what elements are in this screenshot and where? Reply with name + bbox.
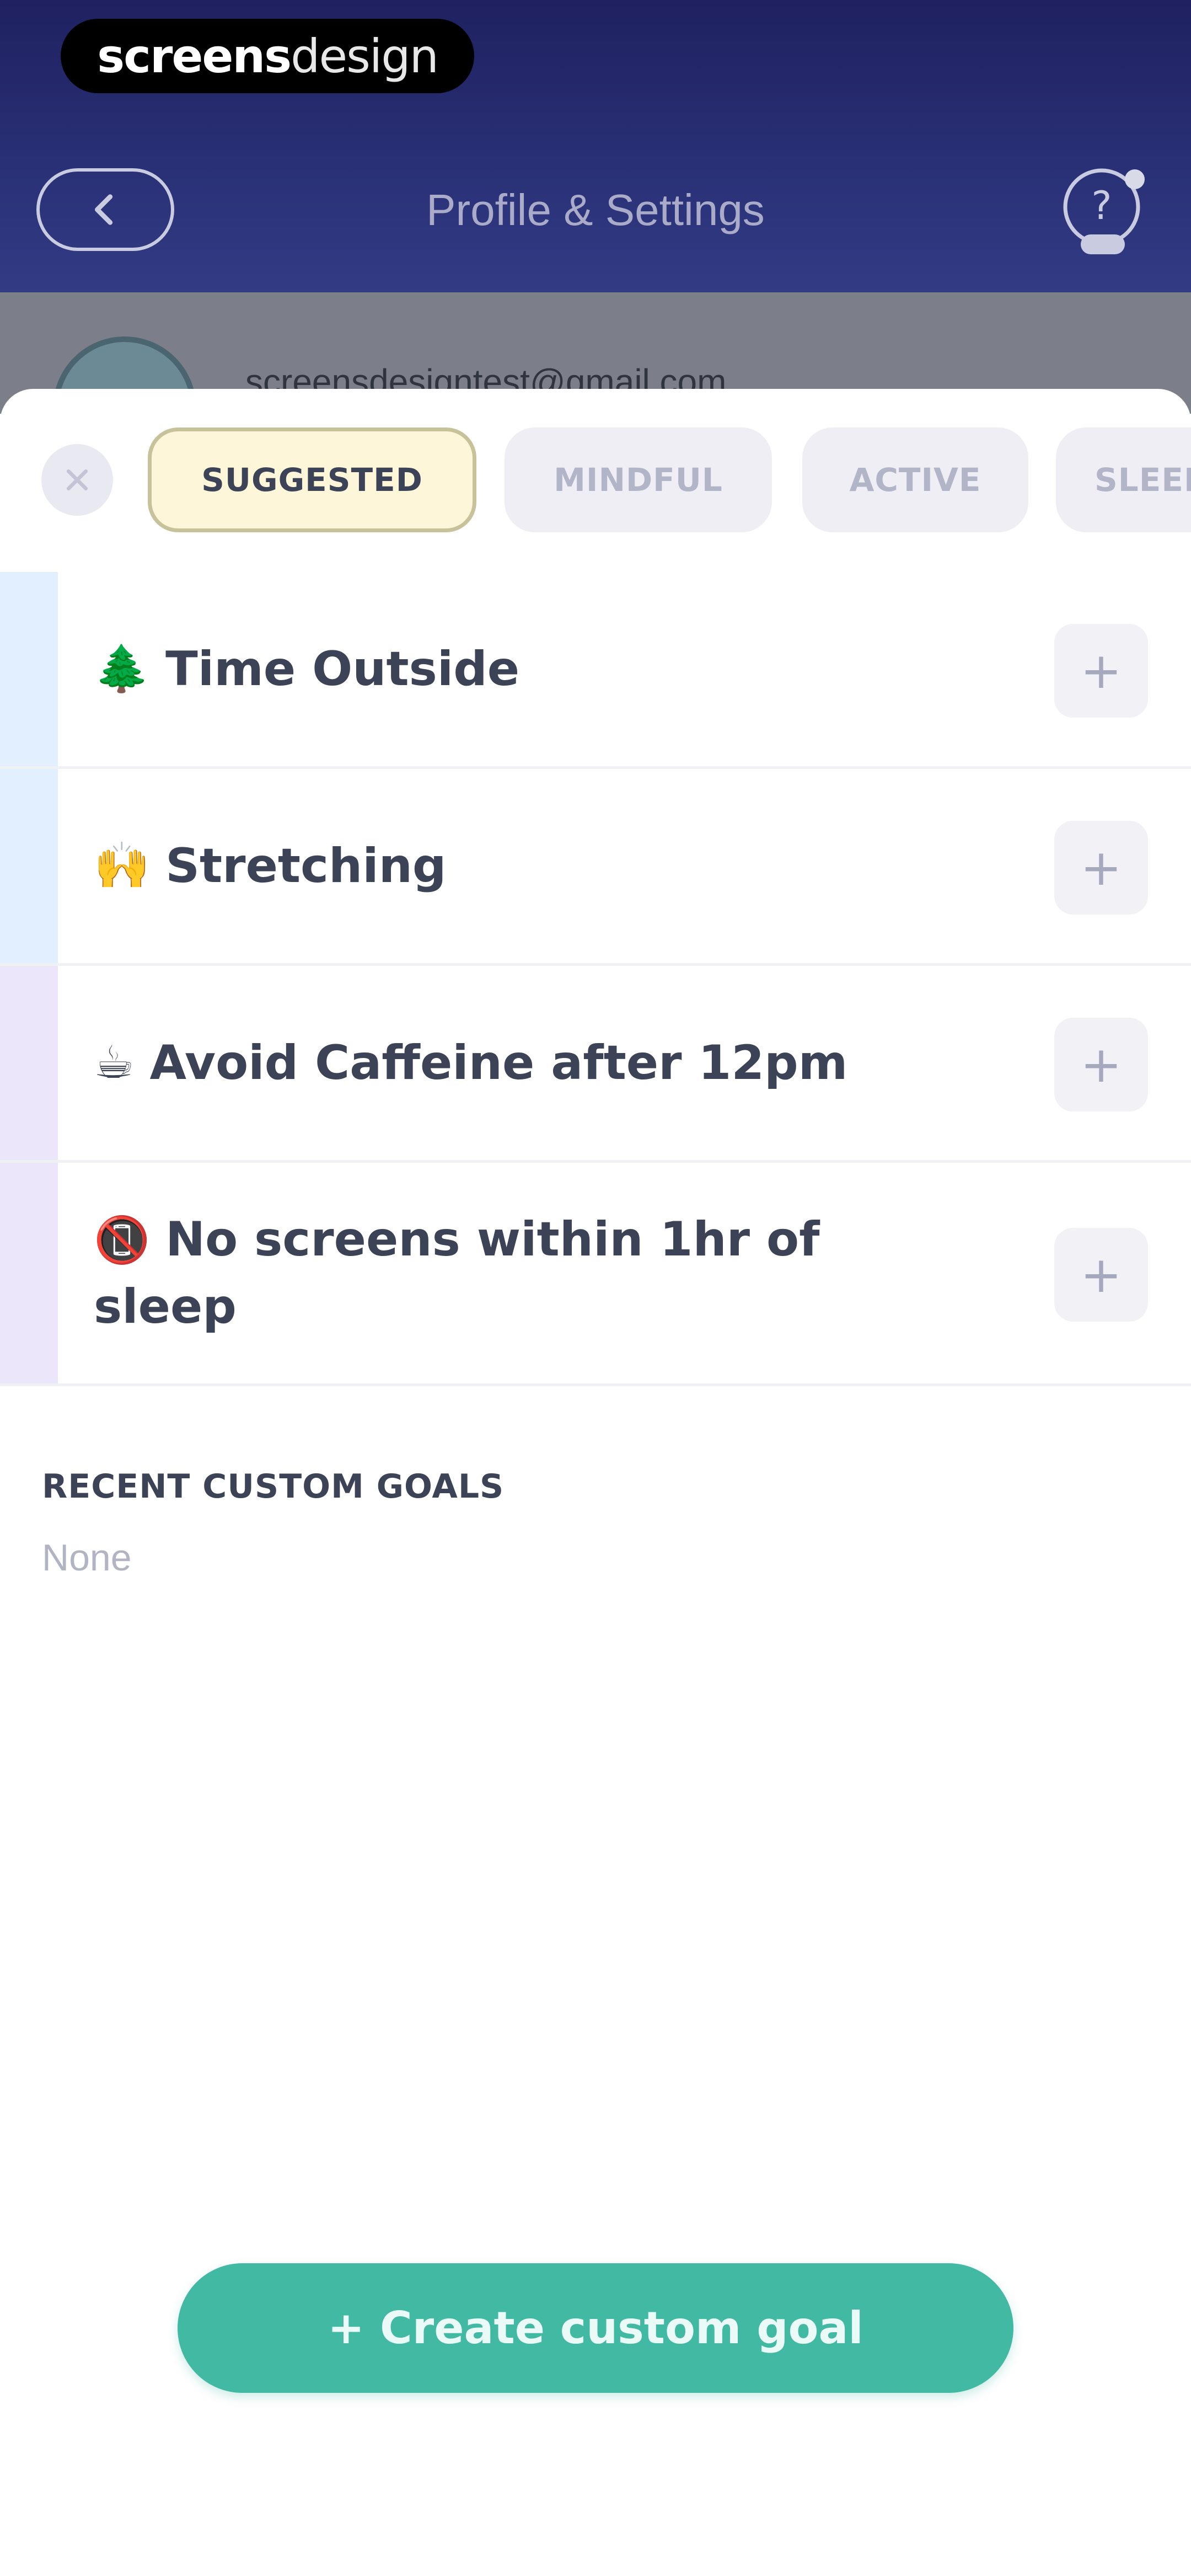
tab-mindful[interactable]: MINDFUL: [505, 427, 772, 532]
tab-suggested[interactable]: SUGGESTED: [148, 427, 476, 532]
category-accent: [0, 1163, 58, 1383]
brand-logo: screens design: [61, 19, 474, 93]
tree-icon: 🌲: [94, 643, 151, 695]
raised-hands-icon: 🙌: [94, 840, 151, 892]
goal-row-no-screens[interactable]: 📵 No screens within 1hr of sleep +: [0, 1163, 1191, 1386]
goal-row-stretching[interactable]: 🙌 Stretching +: [0, 769, 1191, 966]
close-button[interactable]: [41, 444, 113, 516]
add-goal-sheet: SUGGESTED MINDFUL ACTIVE SLEEP 🌲 Time Ou…: [0, 389, 1191, 2576]
goal-title: 📵 No screens within 1hr of sleep: [94, 1163, 882, 1383]
goal-label: No screens within 1hr of sleep: [94, 1212, 820, 1334]
goal-label: Time Outside: [165, 642, 520, 697]
no-phone-icon: 📵: [94, 1214, 151, 1266]
goal-label: Avoid Caffeine after 12pm: [149, 1035, 848, 1091]
category-accent: [0, 572, 58, 766]
help-button[interactable]: ?: [1059, 163, 1152, 262]
goal-label: Stretching: [165, 838, 447, 894]
svg-text:?: ?: [1091, 183, 1112, 228]
goal-row-time-outside[interactable]: 🌲 Time Outside +: [0, 572, 1191, 769]
page-title: Profile & Settings: [426, 185, 765, 234]
coffee-icon: ☕: [94, 1036, 135, 1089]
goal-title: 🙌 Stretching: [94, 769, 882, 963]
tab-sleep[interactable]: SLEEP: [1056, 427, 1191, 532]
add-goal-button[interactable]: +: [1054, 624, 1148, 718]
goal-title: ☕ Avoid Caffeine after 12pm: [94, 966, 882, 1160]
category-accent: [0, 769, 58, 963]
recent-custom-goals-empty: None: [42, 1537, 132, 1579]
close-icon: [66, 469, 88, 491]
category-accent: [0, 966, 58, 1160]
help-chat-icon: ?: [1063, 168, 1145, 254]
tab-active[interactable]: ACTIVE: [802, 427, 1028, 532]
brand-part-2: design: [291, 29, 439, 83]
recent-custom-goals-title: RECENT CUSTOM GOALS: [42, 1467, 505, 1506]
add-goal-button[interactable]: +: [1054, 821, 1148, 915]
brand-part-1: screens: [97, 29, 292, 83]
create-custom-goal-button[interactable]: + Create custom goal: [178, 2263, 1013, 2393]
goal-title: 🌲 Time Outside: [94, 572, 882, 766]
add-goal-button[interactable]: +: [1054, 1018, 1148, 1111]
goal-row-avoid-caffeine[interactable]: ☕ Avoid Caffeine after 12pm +: [0, 966, 1191, 1163]
add-goal-button[interactable]: +: [1054, 1228, 1148, 1322]
